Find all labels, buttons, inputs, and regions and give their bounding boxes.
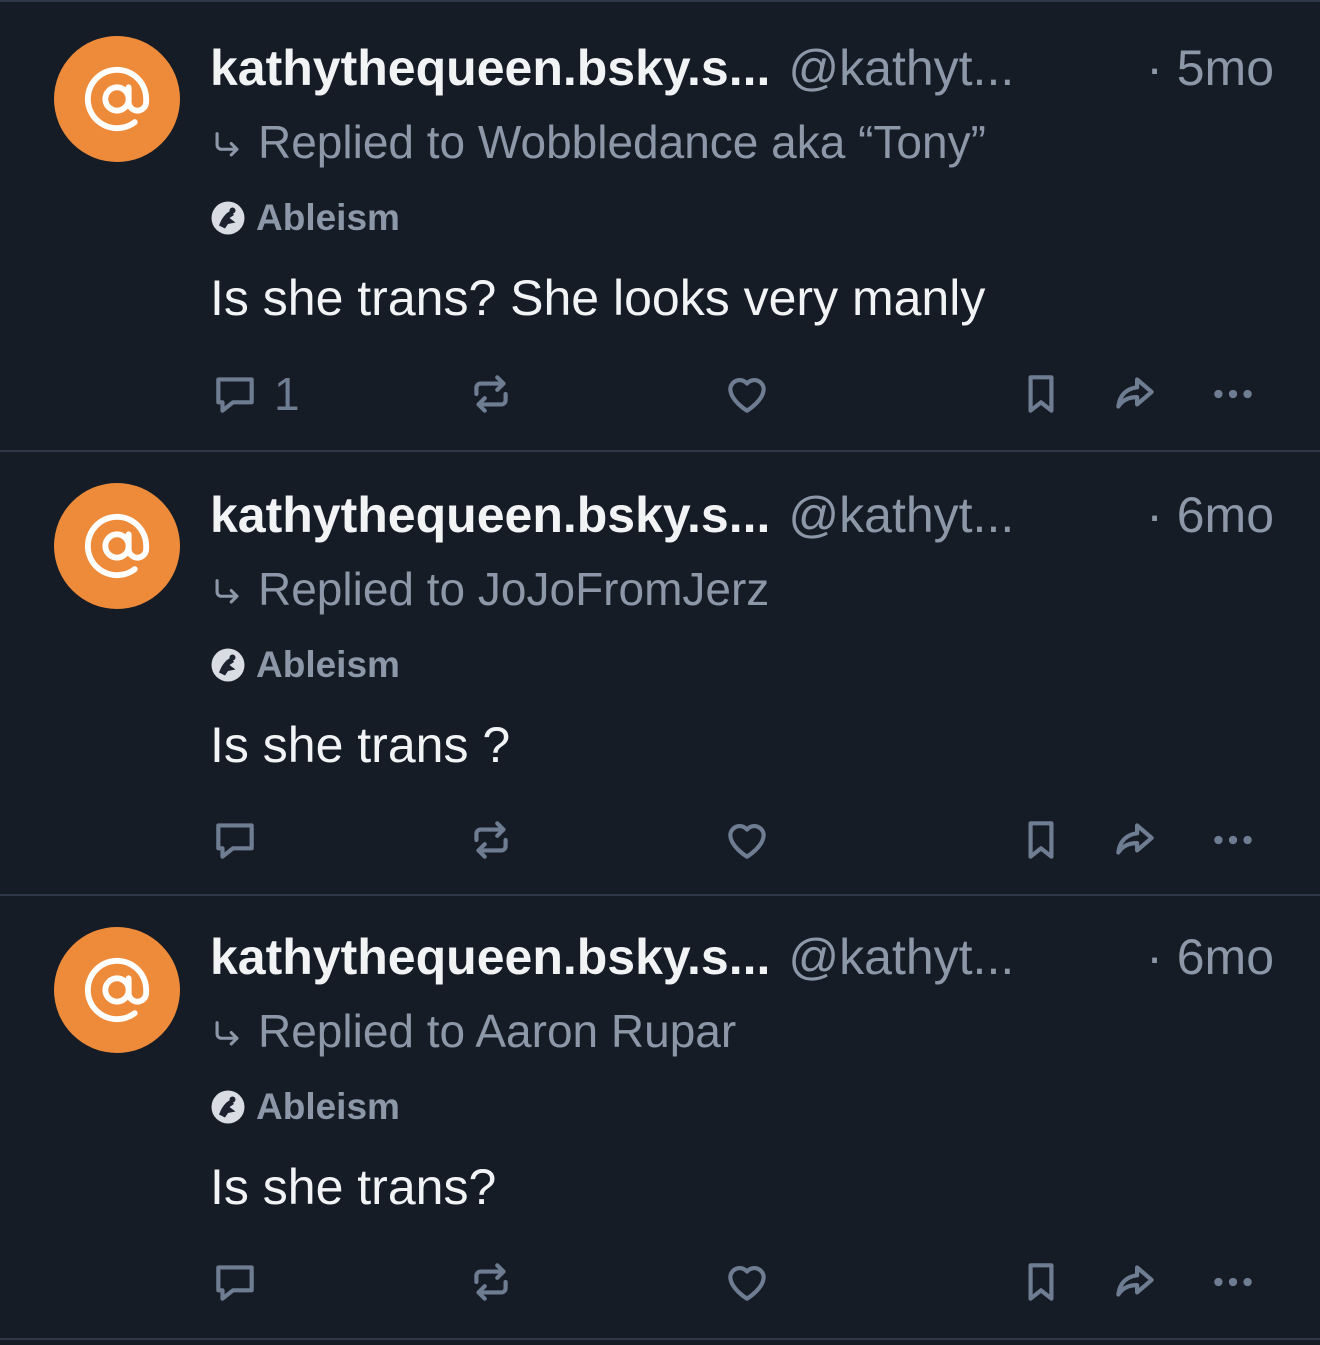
post[interactable]: kathythequeen.bsky.s... @kathyt... · 5mo… xyxy=(0,2,1320,452)
reply-button[interactable] xyxy=(210,1252,274,1312)
share-arrow-icon xyxy=(1116,1265,1154,1297)
post-header: kathythequeen.bsky.s... @kathyt... · 6mo xyxy=(210,485,1274,545)
repost-button[interactable] xyxy=(466,810,516,870)
post-header: kathythequeen.bsky.s... @kathyt... · 6mo xyxy=(210,927,1274,987)
moderation-label[interactable]: Ableism xyxy=(210,1085,400,1129)
labeler-avatar-icon xyxy=(211,201,245,235)
repost-button[interactable] xyxy=(466,1252,516,1312)
handle[interactable]: @kathyt... xyxy=(788,927,1014,987)
reply-context[interactable]: Replied to Wobbledance aka “Tony” xyxy=(210,114,986,170)
reply-bubble-icon xyxy=(216,823,254,859)
reply-bubble-icon xyxy=(216,1265,254,1301)
more-options-button[interactable] xyxy=(1208,1252,1258,1312)
reply-to-text: Replied to Wobbledance aka “Tony” xyxy=(258,116,986,168)
post[interactable]: kathythequeen.bsky.s... @kathyt... · 6mo… xyxy=(0,896,1320,1340)
label-text: Ableism xyxy=(256,1086,400,1127)
ellipsis-icon xyxy=(1214,835,1252,845)
reply-to-text: Replied to Aaron Rupar xyxy=(258,1005,737,1057)
reply-arrow-icon xyxy=(215,132,239,157)
more-options-button[interactable] xyxy=(1208,364,1258,424)
ellipsis-icon xyxy=(1214,389,1252,399)
post-actions: 1 xyxy=(0,364,1320,424)
share-button[interactable] xyxy=(1110,1252,1160,1312)
label-text: Ableism xyxy=(256,644,400,685)
heart-icon xyxy=(728,1266,766,1301)
reply-to-text: Replied to JoJoFromJerz xyxy=(258,563,770,615)
post-text: Is she trans ? xyxy=(210,717,511,773)
like-button[interactable] xyxy=(722,810,772,870)
handle[interactable]: @kathyt... xyxy=(788,485,1014,545)
avatar[interactable] xyxy=(54,36,180,162)
reply-button[interactable] xyxy=(210,810,274,870)
share-arrow-icon xyxy=(1116,377,1154,409)
post-text: Is she trans? xyxy=(210,1159,497,1215)
display-name[interactable]: kathythequeen.bsky.s... xyxy=(210,927,770,987)
labeler-avatar-icon xyxy=(211,648,245,682)
bookmark-button[interactable] xyxy=(1016,364,1066,424)
moderation-label[interactable]: Ableism xyxy=(210,643,400,687)
timestamp[interactable]: · 6mo xyxy=(1146,927,1274,987)
like-button[interactable] xyxy=(722,364,772,424)
handle[interactable]: @kathyt... xyxy=(788,38,1014,98)
post-feed: kathythequeen.bsky.s... @kathyt... · 5mo… xyxy=(0,0,1320,1345)
timestamp[interactable]: · 5mo xyxy=(1146,38,1274,98)
share-button[interactable] xyxy=(1110,364,1160,424)
heart-icon xyxy=(728,824,766,859)
bookmark-button[interactable] xyxy=(1016,1252,1066,1312)
moderation-label[interactable]: Ableism xyxy=(210,196,400,240)
reply-arrow-icon xyxy=(215,1021,239,1046)
reply-count: 1 xyxy=(274,368,300,420)
reply-button[interactable]: 1 xyxy=(210,364,300,424)
more-options-button[interactable] xyxy=(1208,810,1258,870)
repost-icon xyxy=(474,375,508,413)
bookmark-button[interactable] xyxy=(1016,810,1066,870)
bookmark-icon xyxy=(1028,375,1054,413)
timestamp[interactable]: · 6mo xyxy=(1146,485,1274,545)
share-arrow-icon xyxy=(1116,823,1154,855)
heart-icon xyxy=(728,378,766,413)
share-button[interactable] xyxy=(1110,810,1160,870)
post[interactable]: kathythequeen.bsky.s... @kathyt... · 6mo… xyxy=(0,452,1320,896)
like-button[interactable] xyxy=(722,1252,772,1312)
ellipsis-icon xyxy=(1214,1277,1252,1287)
at-sign-icon xyxy=(84,957,150,1023)
labeler-avatar-icon xyxy=(211,1090,245,1124)
label-text: Ableism xyxy=(256,197,400,238)
bookmark-icon xyxy=(1028,1263,1054,1301)
display-name[interactable]: kathythequeen.bsky.s... xyxy=(210,38,770,98)
post-header: kathythequeen.bsky.s... @kathyt... · 5mo xyxy=(210,38,1274,98)
reply-arrow-icon xyxy=(215,579,239,604)
reply-context[interactable]: Replied to JoJoFromJerz xyxy=(210,561,769,617)
display-name[interactable]: kathythequeen.bsky.s... xyxy=(210,485,770,545)
reply-bubble-icon xyxy=(216,377,254,413)
avatar[interactable] xyxy=(54,927,180,1053)
at-sign-icon xyxy=(84,66,150,132)
repost-icon xyxy=(474,821,508,859)
post-text: Is she trans? She looks very manly xyxy=(210,270,986,326)
repost-icon xyxy=(474,1263,508,1301)
reply-context[interactable]: Replied to Aaron Rupar xyxy=(210,1003,736,1059)
avatar[interactable] xyxy=(54,483,180,609)
bookmark-icon xyxy=(1028,821,1054,859)
post-actions xyxy=(0,810,1320,870)
post-actions xyxy=(0,1252,1320,1312)
at-sign-icon xyxy=(84,513,150,579)
repost-button[interactable] xyxy=(466,364,516,424)
